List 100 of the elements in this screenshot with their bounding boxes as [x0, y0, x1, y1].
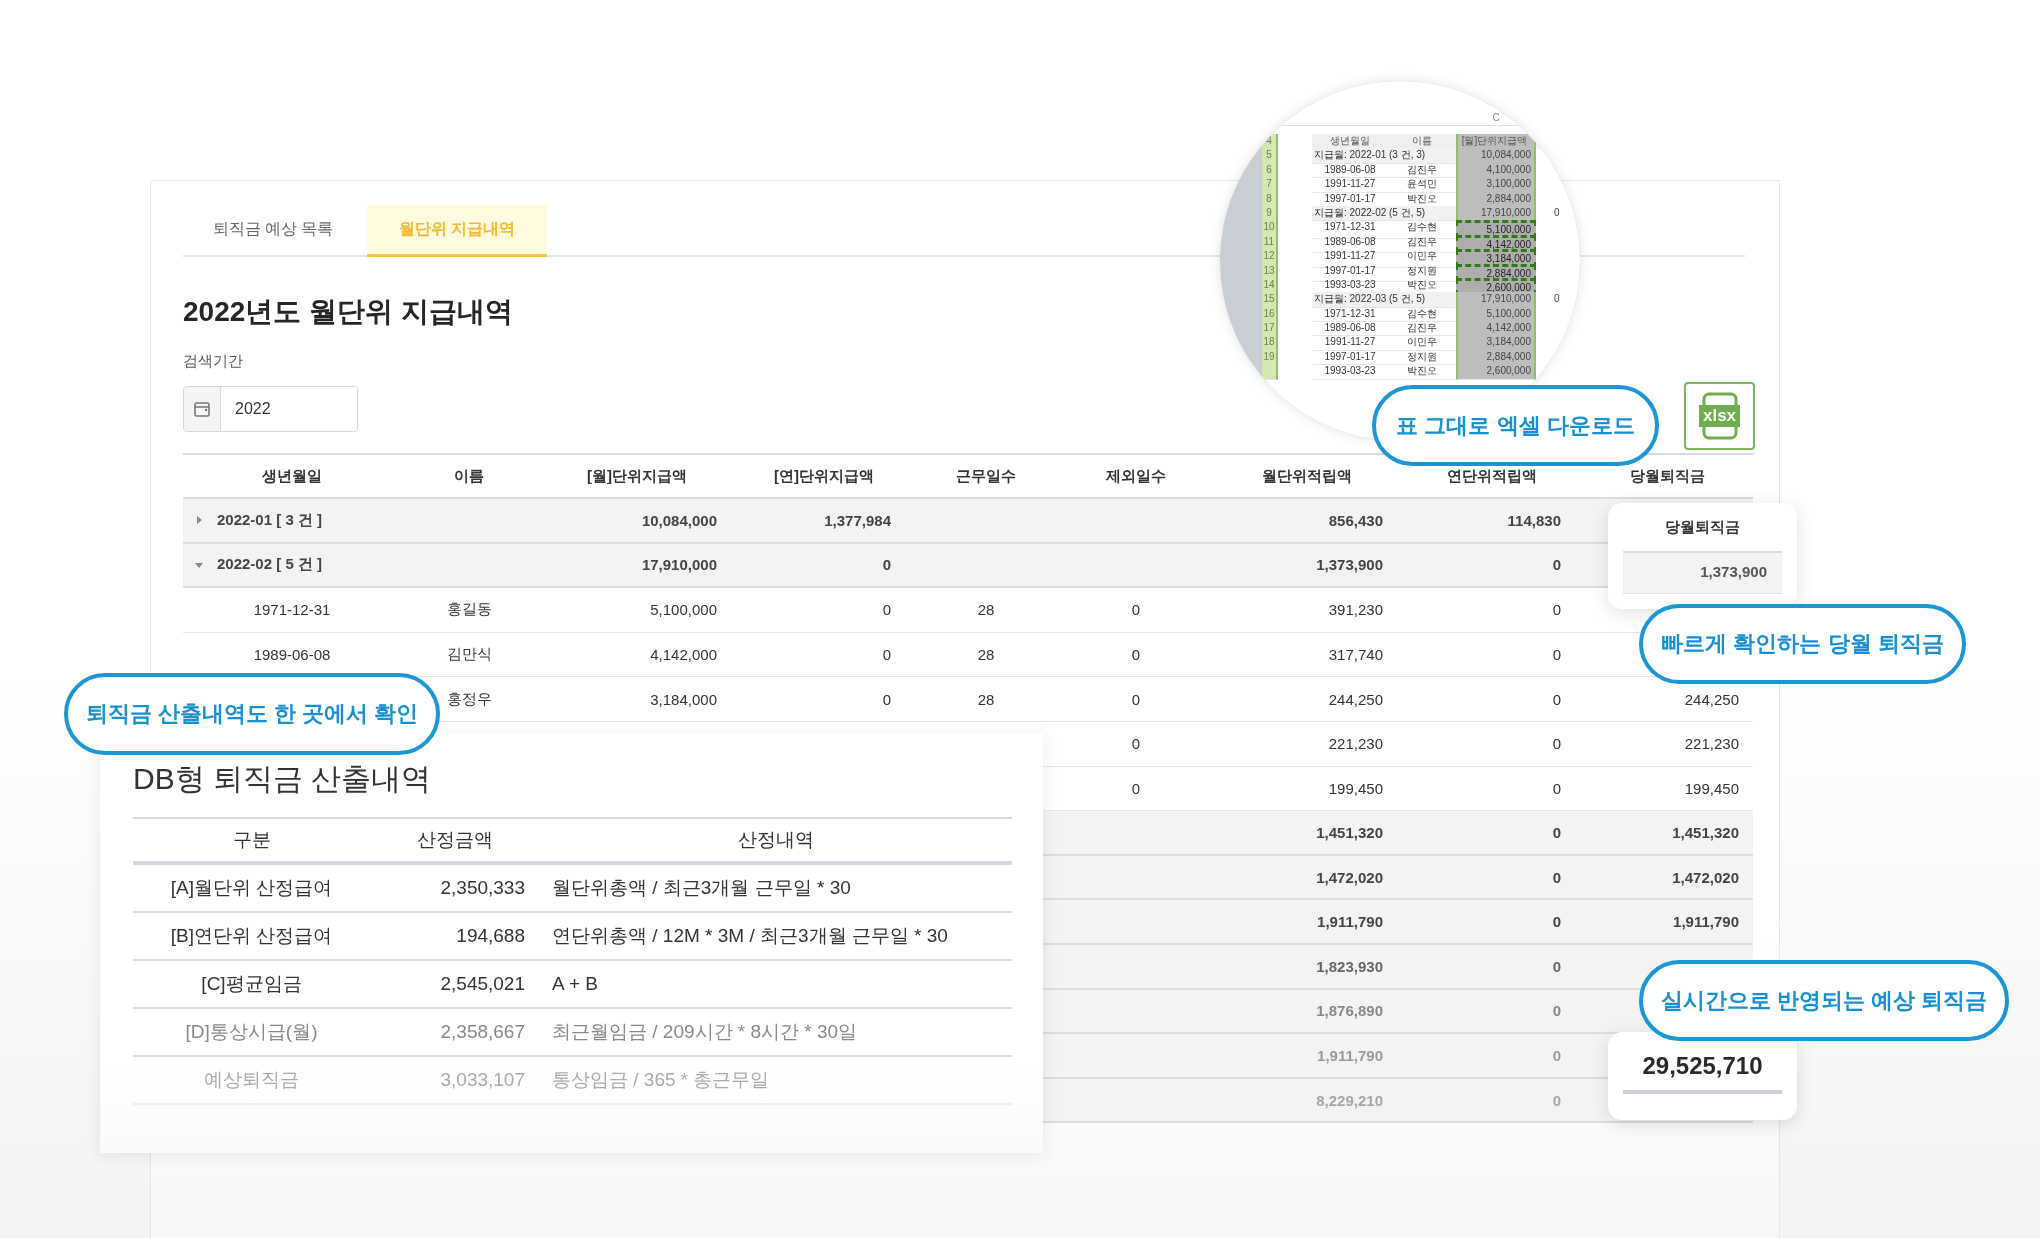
table-cell-text: 예상퇴직금	[203, 1068, 300, 1092]
table-cell-text: 0	[1130, 646, 1142, 664]
table-cell-text: 114,830	[1506, 511, 1562, 529]
table-cell-text: 28	[976, 601, 996, 619]
sheet-cell: 2,600,000	[1456, 364, 1536, 380]
panel-title: DB형 퇴직금 산출내역	[133, 761, 433, 797]
sheet-cell: 지급월: 2022-01 (3 건, 3)	[1312, 148, 1456, 164]
table-cell-text: 0	[1551, 735, 1562, 753]
table-cell-text: [B]연단위 산정급여	[169, 924, 334, 948]
table-cell-text: [C]평균임금	[200, 972, 303, 996]
table-cell-text: 1,451,320	[1671, 823, 1740, 841]
calendar-icon	[193, 400, 211, 418]
callout-bubble: 빠르게 확인하는 당월 퇴직금	[1639, 604, 1966, 684]
table-cell-text: 0	[881, 646, 892, 664]
column-header: [월]단위지급액	[586, 466, 688, 486]
table-cell-text: 0	[1551, 913, 1562, 931]
callout-bubble: 퇴직금 산출내역도 한 곳에서 확인	[64, 673, 440, 755]
table-cell-text: 391,230	[1327, 601, 1384, 619]
table-cell-text: 0	[1551, 1002, 1562, 1020]
column-header: 근무일수	[955, 466, 1017, 486]
table-cell-text: 10,084,000	[640, 511, 718, 529]
table-cell-text: 월단위총액 / 최근3개월 근무일 * 30	[551, 876, 852, 900]
row-number: 18	[1262, 335, 1278, 351]
table-cell-text: 1,823,930	[1315, 957, 1384, 975]
table-cell-text: 199,450	[1327, 779, 1384, 797]
table-cell-text: 8,229,210	[1315, 1091, 1384, 1109]
column-header: 산정금액	[416, 828, 494, 852]
sheet-cell: 1993-03-23	[1312, 364, 1388, 380]
table-cell-text: 0	[1551, 556, 1562, 574]
sheet-cell: 1991-11-27	[1312, 177, 1388, 193]
table-cell-text: 0	[881, 690, 892, 708]
table-cell-text: 1,377,984	[823, 511, 892, 529]
sheet-cell: 3,100,000	[1456, 177, 1536, 193]
card-header: 당월퇴직금	[1664, 517, 1741, 537]
field-label: 검색기간	[183, 351, 243, 371]
table-cell-text: 1,451,320	[1315, 823, 1384, 841]
sheet-cell: 1971-12-31	[1312, 306, 1388, 323]
sheet-cell: 지급월: 2022-02 (5 건, 5)	[1312, 205, 1456, 222]
table-cell-text: 통상임금 / 365 * 총근무일	[551, 1068, 771, 1092]
page-title: 2022년도 월단위 지급내역	[183, 295, 513, 329]
table-cell-text: 199,450	[1683, 779, 1740, 797]
table-cell-text: 1989-06-08	[252, 646, 332, 664]
table-cell-text: 김만식	[445, 645, 493, 665]
column-header: 당월퇴직금	[1628, 466, 1706, 486]
year-field[interactable]: 2022	[183, 386, 358, 432]
table-cell-text: 홍길동	[445, 600, 493, 620]
tab[interactable]: 퇴직금 예상 목록	[183, 205, 363, 257]
table-cell-text: 1,911,790	[1316, 913, 1384, 931]
row-number	[1262, 364, 1278, 380]
sheet-cell: 1997-01-17	[1312, 349, 1388, 366]
total-value: 29,525,710	[1623, 1046, 1782, 1094]
table-cell-text: 연단위총액 / 12M * 3M / 최근3개월 근무일 * 30	[551, 924, 949, 948]
table-cell-text: 0	[1551, 690, 1562, 708]
sheet-cell: 17,910,000	[1456, 292, 1536, 308]
sheet-cell: 1989-06-08	[1312, 162, 1388, 179]
sheet-cell-text: 0	[1553, 292, 1561, 307]
caret-icon[interactable]	[195, 516, 203, 525]
table-cell-text: 0	[1130, 779, 1142, 797]
row-number: 7	[1262, 177, 1278, 193]
table-cell-text: 0	[1130, 601, 1142, 619]
sheet-cell: 10,084,000	[1456, 148, 1536, 164]
table-cell-text: 4,142,000	[649, 646, 718, 664]
table-cell-text: 2,358,667	[439, 1021, 526, 1043]
column-header: 월단위적립액	[1261, 466, 1353, 486]
table-cell-text: A + B	[551, 973, 599, 995]
column-header: 제외일수	[1105, 466, 1167, 486]
table-cell-text: 1,911,790	[1316, 1046, 1384, 1064]
column-header: 구분	[231, 828, 272, 852]
table-cell-text: 1,911,790	[1672, 913, 1740, 931]
column-letter: C	[1491, 111, 1501, 125]
table-cell-text: 0	[881, 601, 892, 619]
table-cell-text: 0	[1130, 690, 1142, 708]
table-cell-text: 0	[1551, 601, 1562, 619]
table-cell-text: [D]통상시급(월)	[184, 1020, 319, 1044]
table-cell-text: 17,910,000	[640, 556, 718, 574]
column-header: [연]단위지급액	[773, 466, 875, 486]
table-cell-text: 3,184,000	[649, 690, 718, 708]
table-cell-text: 221,230	[1327, 735, 1384, 753]
table-cell-text: 0	[881, 556, 892, 574]
table-cell-text: 0	[1551, 646, 1562, 664]
column-header: 이름	[453, 466, 485, 486]
table-cell-text: 244,250	[1683, 690, 1740, 708]
table-cell-text: 1,472,020	[1671, 868, 1740, 886]
caret-icon[interactable]	[195, 560, 203, 569]
table-cell-text: 244,250	[1327, 690, 1384, 708]
table-cell-text: 1,373,900	[1315, 556, 1384, 574]
table-cell-text: 5,100,000	[649, 601, 718, 619]
table-cell-text: 0	[1551, 779, 1562, 797]
sheet-cell-text: 0	[1553, 205, 1561, 220]
table-cell-text: 317,740	[1327, 646, 1384, 664]
card-value: 1,373,900	[1623, 551, 1782, 594]
sheet-cell: 1989-06-08	[1312, 321, 1388, 337]
table-cell-text: 0	[1551, 823, 1562, 841]
table-cell-text: 0	[1551, 1091, 1562, 1109]
table-cell-text: 0	[1551, 868, 1562, 886]
table-cell-text: 1,472,020	[1315, 868, 1384, 886]
column-header: 산정내역	[737, 828, 815, 852]
table-cell-text: 194,688	[455, 925, 526, 947]
table-cell-text: 3,033,107	[439, 1069, 526, 1091]
callout-bubble: 실시간으로 반영되는 예상 퇴직금	[1639, 960, 2009, 1041]
